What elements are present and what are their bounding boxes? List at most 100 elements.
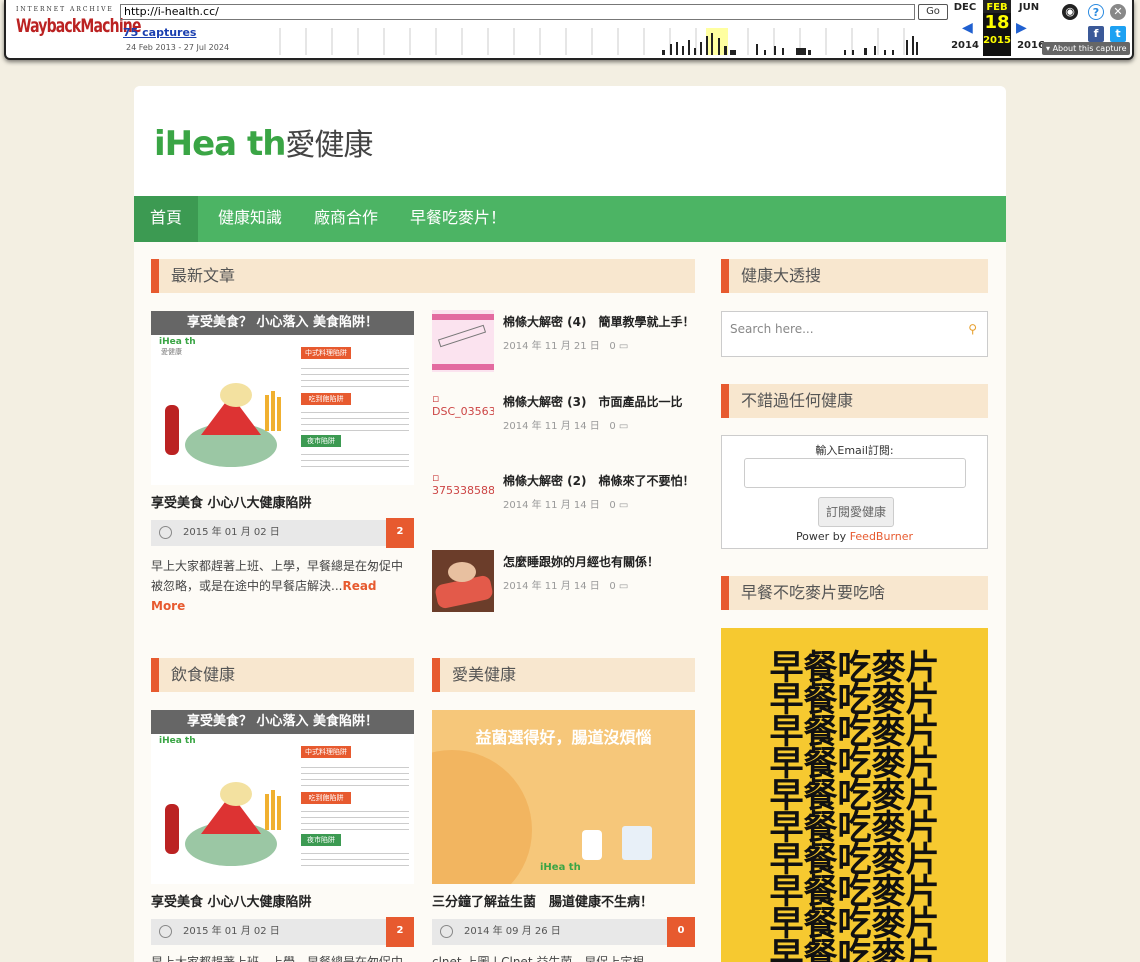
search-input[interactable]: Search here...	[730, 322, 814, 336]
side-post-3-alt: 3753385882	[432, 484, 494, 497]
side-post-4-thumb[interactable]	[432, 550, 494, 612]
clock-icon	[440, 925, 453, 938]
side-post-2-alt: DSC_03563	[432, 405, 494, 418]
site-container: iHea th愛健康 首頁 健康知識 廠商合作 早餐吃麥片！ 最新文章 享受美食…	[134, 86, 1006, 962]
twitter-icon[interactable]: t	[1110, 26, 1126, 42]
side-post-2-title[interactable]: 棉條大解密 (3) 市面產品比一比	[503, 393, 683, 410]
clock-icon	[159, 526, 172, 539]
thumb-stripe-top	[432, 314, 494, 320]
thumb-brand: iHea th	[159, 736, 196, 746]
thumb-bottle	[582, 830, 602, 860]
side-post-3-meta: 2014 年 11 月 14 日 0 ▭	[503, 496, 628, 511]
help-icon[interactable]: ?	[1088, 4, 1104, 20]
nav-cereal[interactable]: 早餐吃麥片！	[394, 196, 522, 242]
account-icon[interactable]: ◉	[1062, 4, 1078, 20]
clock-icon	[159, 925, 172, 938]
side-post-4-title[interactable]: 怎麼睡跟妳的月經也有關係！	[503, 553, 659, 570]
beauty-heading: 愛美健康	[432, 658, 695, 692]
facebook-icon[interactable]: f	[1088, 26, 1104, 42]
cal-cur-day: 18	[984, 12, 1010, 33]
side-post-3-title[interactable]: 棉條大解密 (2) 棉條來了不要怕！	[503, 472, 695, 489]
cal-cur-year: 2015	[983, 35, 1011, 46]
latest-main-excerpt: 早上大家都趕著上班、上學，早餐總是在匆促中被忽略，或是在途中的早餐店解決...R…	[151, 556, 413, 616]
cal-prev-year[interactable]: 2014	[950, 40, 980, 51]
feedburner-link[interactable]: FeedBurner	[850, 530, 913, 543]
logo-zh: 愛健康	[285, 128, 373, 163]
wayback-logo-main: WaybackMachine	[16, 15, 141, 37]
nav-home[interactable]: 首頁	[134, 196, 199, 242]
thumb-brand: iHea th	[540, 862, 581, 873]
wayback-url-input[interactable]: http://i-health.cc/	[120, 4, 915, 20]
subscribe-label: 輸入Email訂閱:	[815, 444, 894, 457]
side-post-1-date: 2014 年 11 月 21 日	[503, 341, 600, 352]
cal-next-month[interactable]: JUN	[1014, 2, 1044, 13]
side-post-1-title[interactable]: 棉條大解密 (4) 簡單教學就上手！	[503, 313, 695, 330]
cereal-banner[interactable]: 早餐吃麥片 早餐吃麥片 早餐吃麥片 早餐吃麥片 早餐吃麥片 早餐吃麥片 早餐吃麥…	[721, 628, 988, 962]
search-widget: Search here... ⚲	[721, 311, 988, 357]
beauty-post-meta: 2014 年 09 月 26 日	[432, 919, 667, 945]
latest-main-meta: 2015 年 01 月 02 日	[151, 520, 386, 546]
thumb-box	[622, 826, 652, 860]
thumb-circle	[432, 750, 532, 884]
about-capture-button[interactable]: ▾ About this capture	[1042, 42, 1130, 55]
side-post-4-meta: 2014 年 11 月 14 日 0 ▭	[503, 577, 628, 592]
thumb-banner: 享受美食？ 小心落入 美食陷阱！	[151, 311, 414, 335]
wayback-calendar: DEC ◀ 2014 FEB 18 2015 JUN ▶ 2016	[950, 0, 1050, 56]
side-post-4-date: 2014 年 11 月 14 日	[503, 581, 600, 592]
cereal-heading: 早餐不吃麥片要吃啥	[721, 576, 988, 610]
subscribe-heading: 不錯過任何健康	[721, 384, 988, 418]
thumb-lines-1	[301, 363, 409, 391]
site-logo[interactable]: iHea th愛健康	[154, 120, 373, 164]
latest-main-comments[interactable]: 2	[386, 518, 414, 548]
beauty-thumbnail[interactable]: 益菌選得好，腸道沒煩惱 iHea th	[432, 710, 695, 884]
thumb-brand: iHea th	[159, 337, 196, 347]
thumb-lines-2	[301, 806, 409, 832]
thumb-cat3: 夜市陷阱	[301, 834, 341, 846]
site-header: iHea th愛健康	[134, 86, 1006, 196]
latest-main-title[interactable]: 享受美食 小心八大健康陷阱	[151, 492, 312, 511]
diet-post-comments[interactable]: 2	[386, 917, 414, 947]
beauty-post-comments[interactable]: 0	[667, 917, 695, 947]
nav-partners[interactable]: 廠商合作	[298, 196, 394, 242]
thumb-banner: 享受美食？ 小心落入 美食陷阱！	[151, 710, 414, 734]
thumb-cat3: 夜市陷阱	[301, 435, 341, 447]
cal-prev-month[interactable]: DEC	[950, 2, 980, 13]
side-post-1-thumb[interactable]	[432, 310, 494, 372]
diet-thumbnail[interactable]: 享受美食？ 小心落入 美食陷阱！ iHea th 中式料理陷阱 吃到飽陷阱 夜市…	[151, 710, 414, 884]
thumb-stripe-bottom	[432, 364, 494, 370]
subscribe-widget: 輸入Email訂閱: 訂閱愛健康 Power by FeedBurner	[721, 435, 988, 549]
thumb-cat2: 吃到飽陷阱	[301, 792, 351, 804]
thumb-cat1: 中式料理陷阱	[301, 746, 351, 758]
latest-heading: 最新文章	[151, 259, 695, 293]
diet-post-excerpt: 早上大家都趕著上班、上學，早餐總是在匆促中被	[151, 955, 404, 962]
diet-post-title[interactable]: 享受美食 小心八大健康陷阱	[151, 891, 312, 910]
latest-main-date: 2015 年 01 月 02 日	[183, 527, 280, 538]
wayback-go-button[interactable]: Go	[918, 4, 948, 20]
beauty-post-date: 2014 年 09 月 26 日	[464, 926, 561, 937]
wayback-captures-link[interactable]: 75 captures	[123, 26, 196, 39]
email-field[interactable]	[744, 458, 966, 488]
powered-by: Power by FeedBurner	[722, 530, 987, 543]
wayback-logo-top: INTERNET ARCHIVE	[16, 6, 114, 13]
latest-main-thumbnail[interactable]: 享受美食？ 小心落入 美食陷阱！ iHea th 愛健康 中式料理陷阱 吃到飽陷…	[151, 311, 414, 485]
comment-icon: ▭	[615, 421, 629, 432]
thumb-diagram	[437, 324, 487, 348]
cal-current: FEB 18 2015	[983, 0, 1011, 56]
wayback-range: 24 Feb 2013 - 27 Jul 2024	[126, 43, 230, 52]
diet-post-date: 2015 年 01 月 02 日	[183, 926, 280, 937]
side-post-3-broken-image[interactable]: ▫3753385882	[432, 471, 494, 497]
logo-en: iHea th	[154, 124, 286, 164]
cal-next-arrow-icon[interactable]: ▶	[1016, 20, 1027, 36]
cal-prev-arrow-icon[interactable]: ◀	[962, 20, 973, 36]
beauty-post-title[interactable]: 三分鐘了解益生菌 腸道健康不生病！	[432, 891, 653, 910]
nav-health-knowledge[interactable]: 健康知識	[202, 196, 298, 242]
cereal-line: 早餐吃麥片	[769, 936, 940, 962]
side-post-2-broken-image[interactable]: ▫ DSC_03563	[432, 392, 494, 418]
wayback-sparkline[interactable]	[278, 28, 920, 55]
search-icon[interactable]: ⚲	[968, 322, 977, 336]
subscribe-button[interactable]: 訂閱愛健康	[818, 497, 894, 527]
thumb-face	[448, 562, 476, 582]
close-icon[interactable]: ✕	[1110, 4, 1126, 20]
wayback-logo[interactable]: INTERNET ARCHIVE WaybackMachine	[16, 6, 141, 37]
beauty-banner-text: 益菌選得好，腸道沒煩惱	[475, 728, 652, 747]
